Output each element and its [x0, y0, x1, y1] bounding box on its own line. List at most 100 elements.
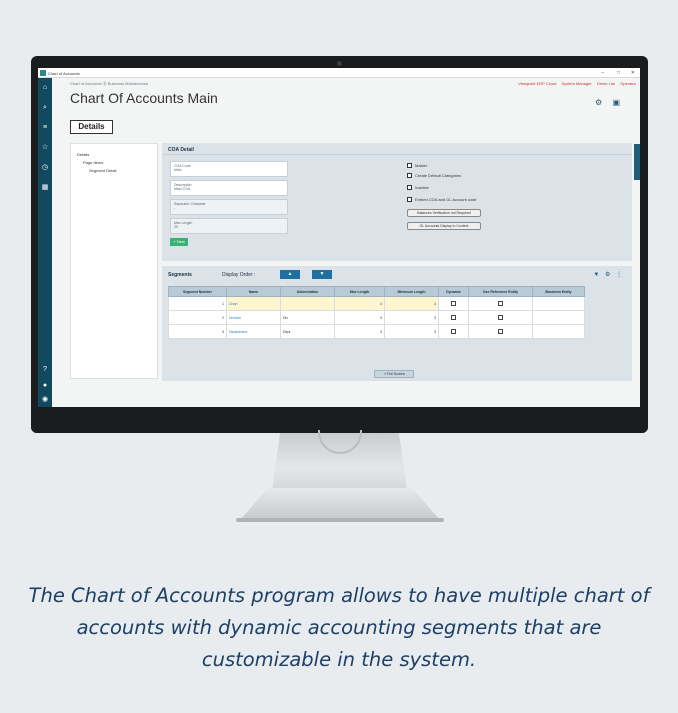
badge[interactable]: Demo Lite	[597, 81, 615, 86]
use-reference-checkbox[interactable]	[498, 328, 503, 334]
tree-item[interactable]: Page Items	[77, 160, 151, 165]
max-length-field[interactable]: Max Length 20	[170, 218, 288, 234]
coa-detail-header[interactable]: COA Detail	[162, 143, 632, 155]
use-ref-cell[interactable]	[468, 296, 533, 311]
user-icon[interactable]: ◉	[41, 396, 49, 404]
column-header[interactable]: Abbreviation	[280, 286, 335, 297]
maximize-icon[interactable]: □	[617, 70, 620, 76]
column-header[interactable]: Dynamic	[438, 286, 469, 297]
star-icon[interactable]: ☆	[41, 144, 49, 152]
new-button[interactable]: + New	[170, 238, 188, 246]
dynamic-cell[interactable]	[438, 310, 469, 325]
tree-item[interactable]: Details	[77, 152, 151, 157]
checkbox-label: Inactive	[415, 185, 429, 190]
tree-panel: Details Page Items Segment Detail	[70, 143, 158, 379]
default-categories-checkbox[interactable]: Create Default Categories	[407, 173, 462, 179]
business-entity-cell[interactable]	[532, 296, 585, 311]
checkbox-label: Master	[415, 163, 428, 168]
search-icon[interactable]: ⌕	[41, 104, 49, 112]
segment-max[interactable]: 3	[334, 310, 385, 325]
details-tab[interactable]: Details	[70, 120, 113, 134]
badge[interactable]: Viewpoint ERP Cloud	[518, 81, 556, 86]
home-icon[interactable]: ⌂	[41, 84, 49, 92]
badge[interactable]: Operator	[620, 81, 636, 86]
segment-max[interactable]: 4	[334, 296, 385, 311]
column-header[interactable]: Minimum Length	[384, 286, 439, 297]
segment-number: 2	[168, 310, 227, 325]
header-icons: ⚙ ▣	[595, 98, 620, 107]
column-header[interactable]: Business Entity	[532, 286, 585, 297]
table-row[interactable]: 1 Chart 4 4	[168, 296, 585, 311]
dynamic-checkbox[interactable]	[451, 328, 456, 334]
menu-icon[interactable]: ≡	[41, 124, 49, 132]
move-up-button[interactable]: ▲	[280, 270, 300, 279]
full-screen-button[interactable]: ↗ Full Screen	[374, 370, 414, 378]
segments-header[interactable]: Segments	[168, 272, 192, 278]
segment-abbr[interactable]: Div	[280, 310, 335, 325]
business-entity-cell[interactable]	[532, 324, 585, 339]
use-reference-checkbox[interactable]	[498, 300, 503, 306]
segments-table: Segment Number Name Abbreviation Max Len…	[168, 286, 585, 339]
settings-icon[interactable]: ⚙	[595, 98, 602, 107]
embed-coa-checkbox[interactable]: Embed COA and GL Account code	[407, 197, 476, 203]
tree-item[interactable]: Segment Detail	[77, 168, 151, 173]
app-icon	[40, 70, 46, 76]
segment-number: 3	[168, 324, 227, 339]
breadcrumb[interactable]: Chart of Accounts Ⓢ Business Maintenance	[70, 81, 148, 87]
use-ref-cell[interactable]	[468, 310, 533, 325]
balances-verification-button[interactable]: Balances Verification not Required	[407, 209, 481, 217]
dynamic-cell[interactable]	[438, 296, 469, 311]
table-row[interactable]: 3 Department Dept 3 3	[168, 324, 585, 339]
page-title: Chart Of Accounts Main	[70, 90, 218, 106]
minimize-icon[interactable]: –	[601, 70, 604, 76]
screen: Chart of Accounts – □ ✕ ⌂ ⌕ ≡ ☆ ◷ ▦ ? ● …	[38, 68, 640, 407]
dynamic-cell[interactable]	[438, 324, 469, 339]
segment-number: 1	[168, 296, 227, 311]
description-field[interactable]: Description Main COA	[170, 180, 288, 196]
segment-max[interactable]: 3	[334, 324, 385, 339]
notification-icon[interactable]: ●	[41, 382, 49, 390]
column-header[interactable]: Segment Number	[168, 286, 227, 297]
segment-abbr[interactable]: Dept	[280, 324, 335, 339]
more-icon[interactable]: ⋮	[616, 272, 622, 278]
field-value: Main	[174, 168, 182, 172]
coa-detail-panel: COA Detail COA Code Main Description Mai…	[162, 143, 632, 261]
separator-field[interactable]: Separator Character -	[170, 199, 288, 215]
inactive-checkbox[interactable]: Inactive	[407, 185, 429, 191]
coa-code-field[interactable]: COA Code Main	[170, 161, 288, 177]
dynamic-checkbox[interactable]	[451, 300, 456, 306]
business-entity-cell[interactable]	[532, 310, 585, 325]
column-header[interactable]: Max Length	[334, 286, 385, 297]
print-icon[interactable]: ▣	[612, 98, 620, 107]
checkbox-label: Create Default Categories	[415, 173, 462, 178]
segment-min[interactable]: 3	[384, 324, 439, 339]
column-header[interactable]: Use Reference Entity	[468, 286, 533, 297]
table-row[interactable]: 2 Division Div 3 3	[168, 310, 585, 325]
move-down-button[interactable]: ▼	[312, 270, 332, 279]
field-value: -	[174, 206, 176, 210]
segment-min[interactable]: 4	[384, 296, 439, 311]
gl-accounts-display-button[interactable]: GL Accounts Display in Context	[407, 222, 481, 230]
segment-min[interactable]: 3	[384, 310, 439, 325]
history-icon[interactable]: ◷	[41, 164, 49, 172]
segment-abbr[interactable]	[280, 296, 335, 311]
window-titlebar: Chart of Accounts – □ ✕	[38, 68, 640, 78]
display-order-label: Display Order :	[222, 272, 256, 278]
use-reference-checkbox[interactable]	[498, 314, 503, 320]
segment-name[interactable]: Chart	[226, 296, 281, 311]
dynamic-checkbox[interactable]	[451, 314, 456, 320]
badge[interactable]: System Manager	[561, 81, 591, 86]
dashboard-icon[interactable]: ▦	[41, 184, 49, 192]
close-icon[interactable]: ✕	[631, 70, 635, 76]
use-ref-cell[interactable]	[468, 324, 533, 339]
segment-name[interactable]: Department	[226, 324, 281, 339]
column-header[interactable]: Name	[226, 286, 281, 297]
segment-name[interactable]: Division	[226, 310, 281, 325]
help-icon[interactable]: ?	[41, 366, 49, 374]
side-panel-tab[interactable]	[634, 144, 640, 180]
filter-icon[interactable]: ▼	[593, 272, 599, 278]
master-checkbox[interactable]: Master	[407, 163, 428, 169]
settings-icon[interactable]: ⚙	[605, 272, 610, 278]
segments-tools: ▼ ⚙ ⋮	[593, 271, 622, 278]
field-value: 20	[174, 225, 178, 229]
